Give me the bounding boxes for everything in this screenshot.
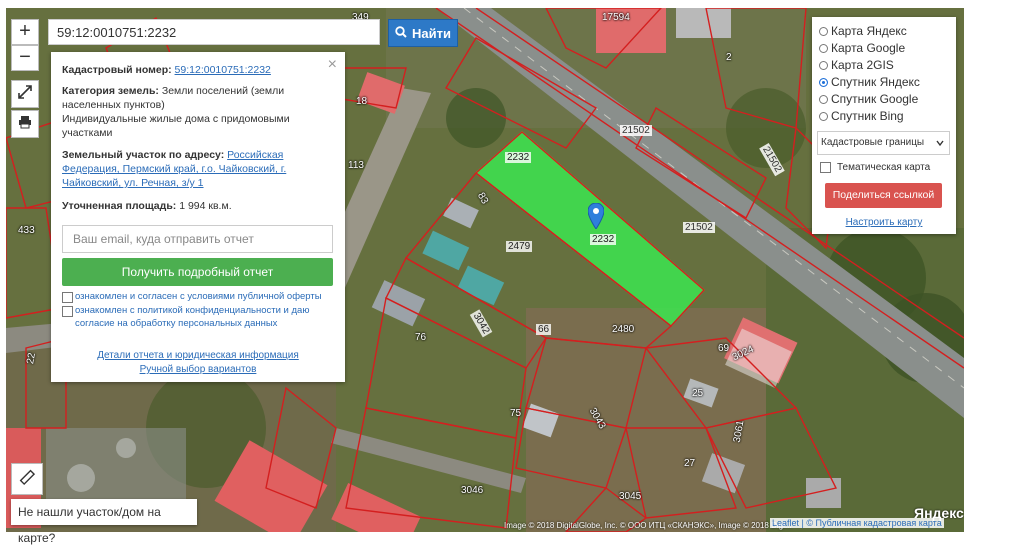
thematic-label: Тематическая карта [837,162,931,173]
cad-number-row: Кадастровый номер: 59:12:0010751:2232 [62,63,334,77]
layer-option-yandex-satellite[interactable]: Спутник Яндекс [819,75,920,89]
expand-icon [18,84,32,104]
plot-label: 2480 [612,324,635,335]
configure-row: Настроить карту [812,217,956,228]
plot-label: 22 [25,352,38,365]
measure-button[interactable] [11,463,43,495]
layer-option-label: Спутник Bing [831,109,904,123]
layer-option-label: Карта Яндекс [831,24,907,38]
zoom-in-button[interactable]: + [11,19,39,45]
layer-option-label: Карта 2GIS [831,58,894,72]
zoom-out-button[interactable]: − [11,45,39,71]
radio-button[interactable] [819,111,828,121]
plot-label: 2232 [590,234,617,245]
details-row: Детали отчета и юридическая информация [62,349,334,363]
layer-option-google-satellite[interactable]: Спутник Google [819,92,918,106]
radio-button[interactable] [819,60,828,70]
plot-label: 3045 [619,491,642,502]
search-icon [395,25,407,41]
print-button[interactable] [11,110,39,138]
search-input[interactable]: 59:12:0010751:2232 [48,19,380,45]
category-row: Категория земель: Земли поселений (земли… [62,84,334,112]
ruler-icon [18,468,36,491]
search-button[interactable]: Найти [388,19,458,47]
address-label: Земельный участок по адресу: [62,149,225,161]
offer-checkbox[interactable] [62,292,73,303]
layer-option-bing-satellite[interactable]: Спутник Bing [819,109,904,123]
radio-button[interactable] [819,43,828,53]
plot-label: 69 [718,343,730,354]
email-input[interactable]: Ваш email, куда отправить отчет [62,225,333,253]
plot-label: 25 [692,388,704,399]
layer-option-label: Спутник Google [831,92,919,106]
fullscreen-button[interactable] [11,80,39,108]
plot-info-panel: × Кадастровый номер: 59:12:0010751:2232 … [51,52,345,382]
layer-option-google-map[interactable]: Карта Google [819,41,905,55]
layer-option-label: Спутник Яндекс [831,75,920,89]
area-label: Уточненная площадь: [62,200,177,212]
chevron-down-icon [936,132,944,163]
radio-button-selected[interactable] [819,77,828,87]
map-layers-panel: Карта Яндекс Карта Google Карта 2GIS Спу… [812,17,956,234]
map-attribution: Image © 2018 DigitalGlobe, Inc. © ООО ИТ… [504,521,792,530]
plot-label: 76 [415,332,427,343]
cad-number-link[interactable]: 59:12:0010751:2232 [175,64,271,76]
overlay-select-value: Кадастровые границы [821,137,925,148]
area-value: 1 994 кв.м. [179,200,232,212]
usage-text: Индивидуальные жилые дома с придомовыми … [62,113,290,139]
get-report-button[interactable]: Получить подробный отчет [62,258,333,286]
manual-row: Ручной выбор вариантов [62,363,334,377]
plot-label: 17594 [602,12,630,23]
privacy-checkbox[interactable] [62,306,73,317]
configure-map-link[interactable]: Настроить карту [846,217,923,228]
cad-number-label: Кадастровый номер: [62,64,172,76]
layer-option-yandex-map[interactable]: Карта Яндекс [819,24,907,38]
plot-label: 66 [536,324,552,335]
not-found-button[interactable]: Не нашли участок/дом на карте? [11,499,197,545]
plot-label: 2479 [506,241,533,252]
layer-option-2gis-map[interactable]: Карта 2GIS [819,58,894,72]
offer-consent-text[interactable]: ознакомлен и согласен с условиями публич… [75,290,337,303]
layer-option-label: Карта Google [831,41,906,55]
thematic-toggle[interactable]: Тематическая карта [820,162,930,173]
radio-button[interactable] [819,94,828,104]
share-link-button[interactable]: Поделиться ссылкой [825,183,942,208]
address-row: Земельный участок по адресу: Российская … [62,148,334,190]
plot-label: 433 [18,225,35,236]
plot-label: 2232 [505,152,532,163]
plot-label: 21502 [683,222,715,233]
plot-label: 21502 [620,125,652,136]
plot-label: 75 [510,408,522,419]
overlay-select[interactable]: Кадастровые границы [817,131,950,155]
area-row: Уточненная площадь: 1 994 кв.м. [62,199,334,213]
plot-label: 18 [356,96,368,107]
manual-select-link[interactable]: Ручной выбор вариантов [140,364,257,375]
details-link[interactable]: Детали отчета и юридическая информация [97,350,299,361]
category-label: Категория земель: [62,85,159,97]
thematic-checkbox[interactable] [820,162,831,173]
privacy-consent-text[interactable]: ознакомлен с политикой конфиденциальност… [75,304,337,330]
plot-label: 2 [726,52,732,63]
plot-label: 27 [684,458,696,469]
plot-label: 113 [348,160,364,171]
search-button-label: Найти [412,25,451,41]
leaflet-attribution[interactable]: Leaflet | © Публичная кадастровая карта [770,518,944,528]
plot-label: 3046 [461,485,484,496]
printer-icon [18,115,32,134]
radio-button[interactable] [819,26,828,36]
